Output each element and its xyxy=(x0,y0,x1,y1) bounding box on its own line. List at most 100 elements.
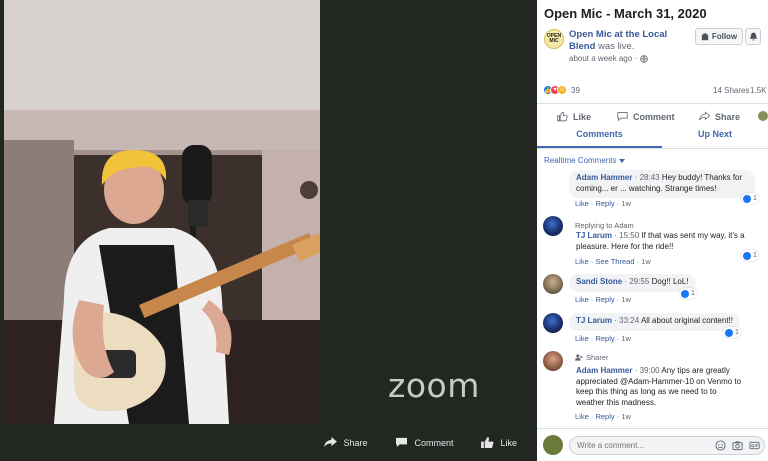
comment-like-count: 1 xyxy=(691,290,695,297)
comment-text: Any tips are greatly xyxy=(661,366,730,375)
comment-item: Sharer Adam Hammer · 39:00 Any tips are … xyxy=(543,350,765,424)
post-meta: about a week ago · xyxy=(569,54,648,63)
comment-bubble: Sandi Stone · 29:55 Dog!! LoL! xyxy=(569,274,696,292)
shares-count[interactable]: 14 Shares xyxy=(713,86,749,95)
comment-sort-label: Realtime Comments xyxy=(544,156,617,165)
comment-like-link[interactable]: Like xyxy=(575,257,589,266)
comment-like-link[interactable]: Like xyxy=(575,412,589,421)
post-actions: Like Comment Share xyxy=(537,103,768,127)
thumbs-up-icon xyxy=(481,437,494,448)
commenter-avatar[interactable] xyxy=(543,274,563,294)
comment-age: 1w xyxy=(621,295,631,304)
emoji-icon[interactable] xyxy=(715,440,726,451)
comment-author[interactable]: TJ Larum xyxy=(576,316,612,325)
like-button[interactable]: Like xyxy=(557,111,591,122)
comment-like-link[interactable]: Like xyxy=(575,295,589,304)
sharer-label: Sharer xyxy=(586,353,609,362)
video-frame[interactable] xyxy=(4,0,320,424)
comment-item: Replying to Adam TJ Larum · 15:50 If tha… xyxy=(543,216,765,268)
follow-label: Follow xyxy=(711,32,738,41)
comment-bubble-icon xyxy=(396,437,408,448)
share-button[interactable]: Share xyxy=(699,111,740,122)
gif-icon[interactable] xyxy=(749,440,760,451)
comment-bubble: Adam Hammer · 28:43 Hey buddy! Thanks fo… xyxy=(569,170,755,198)
comment-like-badge[interactable]: 1 xyxy=(679,288,697,299)
viewer-avatar[interactable] xyxy=(758,111,768,121)
comment-actions: Like · Reply · 1w xyxy=(575,295,631,304)
comment-author[interactable]: Sandi Stone xyxy=(576,277,622,286)
comment-bubble: Adam Hammer · 39:00 Any tips are greatly… xyxy=(569,363,755,412)
camera-icon[interactable] xyxy=(732,440,743,451)
comment-time: · 29:55 xyxy=(622,277,652,286)
post-author-line: Open Mic at the Local Blend was live. xyxy=(569,29,689,53)
haha-reaction-icon: ☺ xyxy=(557,85,567,95)
comment-time: · 15:50 xyxy=(612,231,642,240)
app-window: zoom Share Comment Like Open Mic - March… xyxy=(0,0,768,461)
video-share-label: Share xyxy=(343,437,368,448)
comment-text: coming... er ... watching. Strange times… xyxy=(576,183,717,193)
comment-author[interactable]: Adam Hammer xyxy=(576,173,632,182)
like-reaction-icon xyxy=(681,289,689,298)
comment-bubble-icon xyxy=(617,112,628,122)
page-avatar[interactable]: OPEN MIC xyxy=(544,29,564,49)
comment-like-link[interactable]: Like xyxy=(575,334,589,343)
comment-text: All about original content!! xyxy=(640,316,733,325)
page-logo-text: OPEN MIC xyxy=(546,33,562,44)
like-reaction-icon xyxy=(725,328,733,337)
comment-time: · 39:00 xyxy=(632,366,662,375)
comment-text: weather this madness. xyxy=(576,397,657,407)
comment-reply-link[interactable]: Reply xyxy=(595,199,614,208)
video-like-button[interactable]: Like xyxy=(481,437,517,448)
comment-author[interactable]: Adam Hammer xyxy=(576,366,632,375)
comment-reply-link[interactable]: Reply xyxy=(595,295,614,304)
comment-age: 1w xyxy=(641,257,651,266)
video-player[interactable]: zoom Share Comment Like xyxy=(0,0,537,461)
notifications-bell-button[interactable] xyxy=(745,28,761,45)
commenter-avatar[interactable] xyxy=(543,313,563,333)
comment-author[interactable]: TJ Larum xyxy=(576,231,612,240)
like-reaction-icon xyxy=(743,194,751,203)
zoom-watermark: zoom xyxy=(388,366,480,405)
comment-text: keep this thing as long as we need to to xyxy=(576,387,717,396)
comment-composer xyxy=(537,428,768,461)
reactions-summary[interactable]: 👍 ♥ ☺ 39 14 Shares 1.5K V xyxy=(543,85,768,95)
comment-text: Dog!! LoL! xyxy=(651,277,689,286)
comment-text: If that was sent my way, it's a xyxy=(641,231,745,240)
comment-like-badge[interactable]: 1 xyxy=(723,327,741,338)
comment-age: 1w xyxy=(621,199,631,208)
comment-button[interactable]: Comment xyxy=(617,111,675,122)
tab-up-next[interactable]: Up Next xyxy=(662,126,768,148)
comment-text: appreciated @Adam-Hammer-10 on Venmo to xyxy=(576,376,742,386)
current-user-avatar[interactable] xyxy=(543,435,563,455)
like-label: Like xyxy=(573,111,592,122)
comment-actions: Like · See Thread · 1w xyxy=(575,257,651,266)
comment-like-count: 1 xyxy=(753,252,757,259)
comment-item: Sandi Stone · 29:55 Dog!! LoL! 1 Like · … xyxy=(543,274,765,308)
comment-see-thread-link[interactable]: See Thread xyxy=(595,257,634,266)
live-status-text: was live. xyxy=(595,41,635,52)
comment-like-count: 1 xyxy=(753,195,757,202)
comment-reply-link[interactable]: Reply xyxy=(595,412,614,421)
comment-like-badge[interactable]: 1 xyxy=(741,193,759,204)
commenter-avatar[interactable] xyxy=(543,351,563,371)
video-comment-button[interactable]: Comment xyxy=(395,437,453,448)
follow-button[interactable]: Follow xyxy=(695,28,743,45)
comment-like-count: 1 xyxy=(735,329,739,336)
comment-reply-link[interactable]: Reply xyxy=(595,334,614,343)
video-like-label: Like xyxy=(500,437,517,448)
comment-actions: Like · Reply · 1w xyxy=(575,334,631,343)
share-arrow-icon xyxy=(324,437,338,448)
comment-sort-dropdown[interactable]: Realtime Comments xyxy=(544,156,626,165)
sharer-badge: Sharer xyxy=(575,353,609,362)
comment-like-link[interactable]: Like xyxy=(575,199,589,208)
post-timestamp[interactable]: about a week ago · xyxy=(569,54,637,63)
commenter-avatar[interactable] xyxy=(543,216,563,236)
tab-comments[interactable]: Comments xyxy=(537,126,662,148)
sharer-icon xyxy=(575,354,583,361)
video-share-button[interactable]: Share xyxy=(324,437,367,448)
video-comment-label: Comment xyxy=(414,437,454,448)
comment-like-badge[interactable]: 1 xyxy=(741,250,759,261)
comment-text: pleasure. Here for the ride!! xyxy=(576,241,674,251)
thumbs-up-icon xyxy=(557,111,568,122)
performer-scene xyxy=(4,0,320,424)
